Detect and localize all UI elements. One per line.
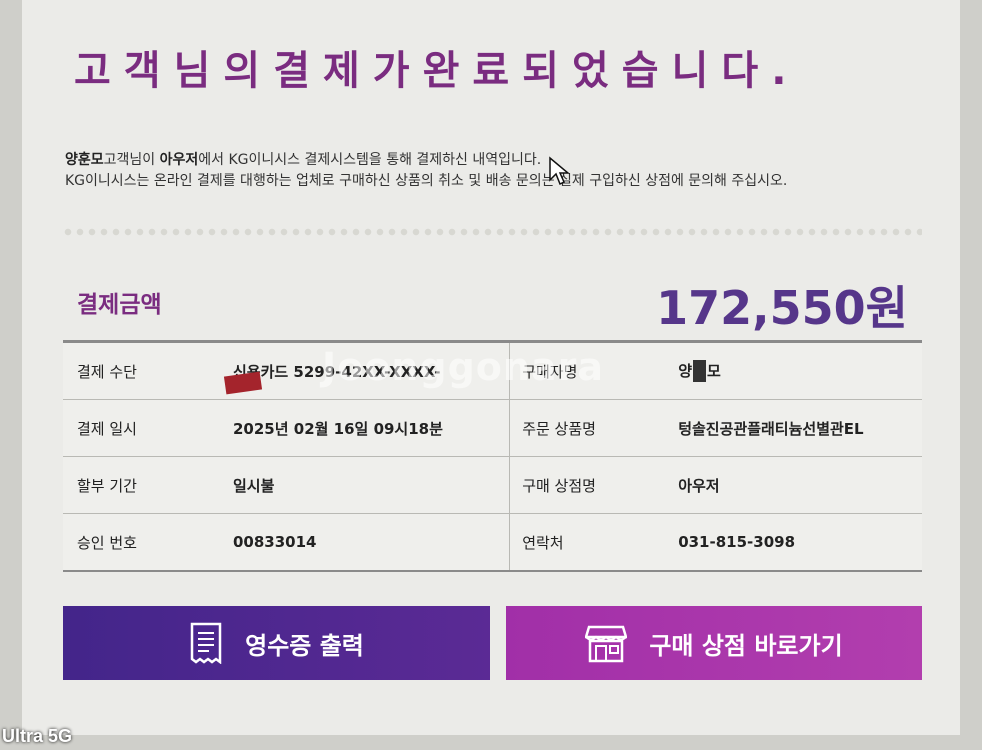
table-row: 승인 번호 00833014 연락처 031-815-3098 bbox=[63, 513, 922, 572]
intro-text: 양훈모고객님이 아우저에서 KG이니시스 결제시스템을 통해 결제하신 내역입니… bbox=[65, 150, 787, 192]
payment-method-label: 결제 수단 bbox=[63, 341, 233, 400]
camera-caption: Ultra 5G bbox=[2, 726, 73, 746]
store-name-value: 아우저 bbox=[678, 456, 922, 514]
go-to-store-button[interactable]: 구매 상점 바로가기 bbox=[506, 606, 922, 680]
store-name: 아우저 bbox=[159, 152, 199, 168]
installment-label: 할부 기간 bbox=[63, 456, 233, 514]
redaction-mark bbox=[693, 360, 706, 383]
page-title: 고객님의결제가완료되었습니다. bbox=[74, 48, 800, 94]
table-row: 할부 기간 일시불 구매 상점명 아우저 bbox=[63, 456, 922, 514]
product-name-value: 텅솔진공관플래티늄선별관EL bbox=[678, 399, 922, 457]
go-to-store-label: 구매 상점 바로가기 bbox=[649, 631, 843, 660]
contact-label: 연락처 bbox=[509, 513, 679, 572]
intro-line-2: KG이니시스는 온라인 결제를 대행하는 업체로 구매하신 상품의 취소 및 배… bbox=[65, 173, 788, 189]
payment-complete-screen: 고객님의결제가완료되었습니다. 양훈모고객님이 아우저에서 KG이니시스 결제시… bbox=[22, 0, 960, 735]
product-name-label: 주문 상품명 bbox=[509, 399, 679, 457]
print-receipt-button[interactable]: 영수증 출력 bbox=[63, 606, 490, 680]
payment-date-value: 2025년 02월 16일 09시18분 bbox=[233, 399, 510, 457]
watermark: Joonggonara bbox=[322, 345, 604, 389]
buyer-name-value: 양모 bbox=[678, 341, 922, 400]
approval-number-label: 승인 번호 bbox=[63, 513, 233, 572]
table-row: 결제 일시 2025년 02월 16일 09시18분 주문 상품명 텅솔진공관플… bbox=[63, 399, 922, 457]
print-receipt-label: 영수증 출력 bbox=[245, 631, 364, 660]
contact-value: 031-815-3098 bbox=[678, 513, 922, 572]
dotted-divider bbox=[62, 228, 922, 236]
store-icon bbox=[585, 625, 628, 663]
customer-name: 양훈모 bbox=[65, 152, 104, 168]
receipt-icon bbox=[190, 622, 222, 664]
store-name-label: 구매 상점명 bbox=[509, 456, 679, 514]
installment-value: 일시불 bbox=[233, 456, 510, 514]
payment-date-label: 결제 일시 bbox=[63, 399, 233, 457]
approval-number-value: 00833014 bbox=[233, 513, 510, 572]
mouse-cursor-icon bbox=[549, 156, 570, 186]
amount-label: 결제금액 bbox=[77, 292, 162, 318]
intro-line-1: 양훈모고객님이 아우저에서 KG이니시스 결제시스템을 통해 결제하신 내역입니… bbox=[65, 152, 542, 168]
amount-value: 172,550원 bbox=[656, 281, 908, 335]
